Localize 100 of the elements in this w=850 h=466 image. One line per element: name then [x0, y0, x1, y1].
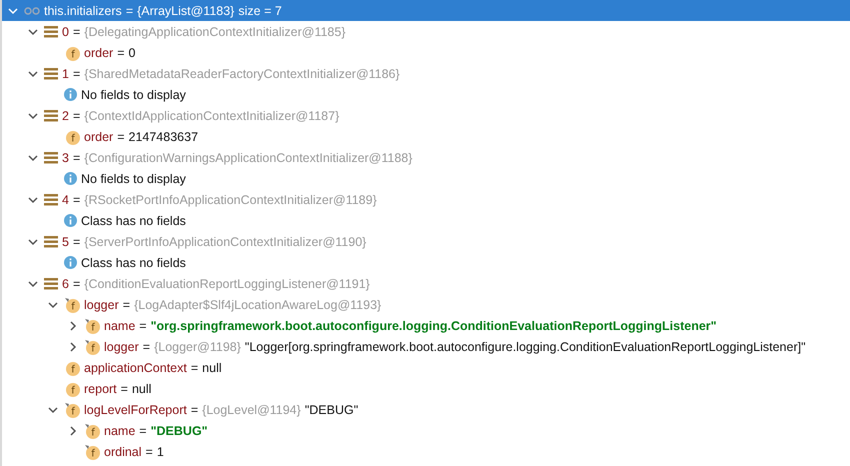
value-text: =	[72, 192, 80, 206]
variable-name: logLevelForReport	[84, 402, 187, 416]
variable-name: this.initializers	[44, 4, 122, 18]
chevron-down-icon[interactable]	[48, 404, 58, 414]
info-text: No fields to display	[81, 88, 186, 102]
chevron-down-icon[interactable]	[28, 194, 38, 204]
pinned-field-icon: f	[84, 444, 100, 460]
tree-row[interactable]: Class has no fields	[2, 210, 850, 231]
chevron-down-icon[interactable]	[28, 236, 38, 246]
value-text: =	[190, 360, 198, 374]
chevron-down-icon[interactable]	[28, 68, 38, 78]
tree-row[interactable]: this.initializers = {ArrayList@1183} size = 7	[2, 0, 850, 21]
value-text: =	[139, 424, 147, 438]
value-text: =	[122, 298, 130, 312]
variable-name: 2	[62, 108, 69, 122]
list-icon	[44, 68, 58, 80]
chevron-down-icon[interactable]	[28, 26, 38, 36]
chevron-down-icon[interactable]	[28, 278, 38, 288]
variable-name: order	[84, 46, 114, 60]
tree-row[interactable]: f ordinal = 1	[2, 441, 850, 462]
type-text: {ContextIdApplicationContextInitializer@1187}	[84, 108, 340, 122]
tree-row[interactable]: f order = 0	[2, 42, 850, 63]
value-text: =	[72, 24, 80, 38]
tree-row[interactable]: 1 = {SharedMetadataReaderFactoryContextInitializer@1186}	[2, 63, 850, 84]
tree-row[interactable]: f logger = {Logger@1198} "Logger[org.springframework.boot.autoconfigure.logging.ConditionEvaluationReportLoggingListener]"	[2, 336, 850, 357]
value-text: 2147483637	[128, 130, 198, 144]
tree-row[interactable]: 5 = {ServerPortInfoApplicationContextInitializer@1190}	[2, 231, 850, 252]
type-text: {ConditionEvaluationReportLoggingListener@1191}	[84, 276, 370, 290]
variable-name: name	[104, 424, 136, 438]
tree-row[interactable]: 3 = {ConfigurationWarningsApplicationContextInitializer@1188}	[2, 147, 850, 168]
value-text: =	[190, 402, 198, 416]
tree-row[interactable]: f logger = {LogAdapter$Slf4jLocationAwareLog@1193}	[2, 294, 850, 315]
tree-row[interactable]: f logLevelForReport = {LogLevel@1194} "DEBUG"	[2, 399, 850, 420]
tree-row[interactable]: f applicationContext = null	[2, 357, 850, 378]
chevron-down-icon[interactable]	[28, 152, 38, 162]
value-text: 0	[128, 46, 136, 60]
chevron-right-icon[interactable]	[68, 426, 78, 436]
tree-row[interactable]: f report = null	[2, 378, 850, 399]
tree-row[interactable]: 2 = {ContextIdApplicationContextInitializer@1187}	[2, 105, 850, 126]
chevron-down-icon[interactable]	[28, 110, 38, 120]
list-icon	[44, 194, 58, 206]
type-text: {ConfigurationWarningsApplicationContextInitializer@1188}	[84, 150, 412, 164]
value-text: =	[72, 276, 80, 290]
chevron-down-icon[interactable]	[48, 300, 58, 310]
variable-name: logger	[84, 298, 119, 312]
info-text: Class has no fields	[81, 256, 186, 270]
variable-name: 4	[62, 192, 69, 206]
value-text: =	[120, 382, 128, 396]
list-icon	[44, 278, 58, 290]
variable-name: 5	[62, 234, 69, 248]
value-text: null	[202, 360, 222, 374]
value-text: {ArrayList@1183}	[137, 4, 234, 18]
chevron-right-icon[interactable]	[68, 342, 78, 352]
variable-name: ordinal	[104, 444, 142, 458]
tree-row[interactable]: 4 = {RSocketPortInfoApplicationContextInitializer@1189}	[2, 189, 850, 210]
field-icon: f	[64, 360, 80, 376]
variable-name: 3	[62, 150, 69, 164]
tree-row[interactable]: 6 = {ConditionEvaluationReportLoggingListener@1191}	[2, 273, 850, 294]
tree-row[interactable]: No fields to display	[2, 84, 850, 105]
value-text: =	[146, 444, 153, 458]
info-icon	[64, 256, 77, 269]
pinned-field-icon: f	[84, 422, 100, 438]
value-text: =	[117, 46, 124, 60]
pinned-field-icon: f	[84, 338, 100, 354]
list-icon	[44, 236, 58, 248]
type-text: {LogAdapter$Slf4jLocationAwareLog@1193}	[134, 298, 382, 312]
tree-row[interactable]: f name = "org.springframework.boot.autoconfigure.logging.ConditionEvaluationReportLoggingListener"	[2, 315, 850, 336]
field-icon: f	[64, 380, 80, 396]
value-text: 1	[156, 444, 164, 458]
variable-name: applicationContext	[84, 360, 187, 374]
info-icon	[64, 88, 77, 101]
tree-row[interactable]: f order = 2147483637	[2, 126, 850, 147]
chevron-right-icon[interactable]	[68, 320, 78, 330]
variable-name: name	[104, 318, 136, 332]
type-text: {Logger@1198}	[154, 340, 241, 354]
value-text: size = 7	[238, 4, 282, 18]
variable-name: order	[84, 130, 114, 144]
list-icon	[44, 110, 58, 122]
string-value: "org.springframework.boot.autoconfigure.logging.ConditionEvaluationReportLoggingListener"	[150, 318, 717, 332]
pinned-field-icon: f	[84, 318, 100, 334]
value-text: "DEBUG"	[304, 402, 358, 416]
tree-row[interactable]: No fields to display	[2, 168, 850, 189]
type-text: {LogLevel@1194}	[202, 402, 301, 416]
value-text: null	[132, 382, 152, 396]
value-text: =	[72, 150, 80, 164]
pinned-field-icon: f	[64, 402, 80, 418]
value-text: "Logger[org.springframework.boot.autoconfigure.logging.ConditionEvaluationReportLoggingListener]"	[244, 340, 806, 354]
value-text: =	[142, 340, 150, 354]
tree-row[interactable]: f name = "DEBUG"	[2, 420, 850, 441]
variable-name: 0	[62, 24, 69, 38]
string-value: "DEBUG"	[150, 424, 208, 438]
info-text: No fields to display	[81, 172, 186, 186]
tree-row[interactable]: 0 = {DelegatingApplicationContextInitializer@1185}	[2, 21, 850, 42]
tree-row[interactable]: Class has no fields	[2, 252, 850, 273]
chevron-down-icon[interactable]	[8, 6, 18, 16]
value-text: =	[126, 4, 134, 18]
value-text: =	[72, 108, 80, 122]
field-icon: f	[64, 44, 80, 60]
watch-icon	[24, 6, 40, 16]
value-text: =	[72, 66, 80, 80]
